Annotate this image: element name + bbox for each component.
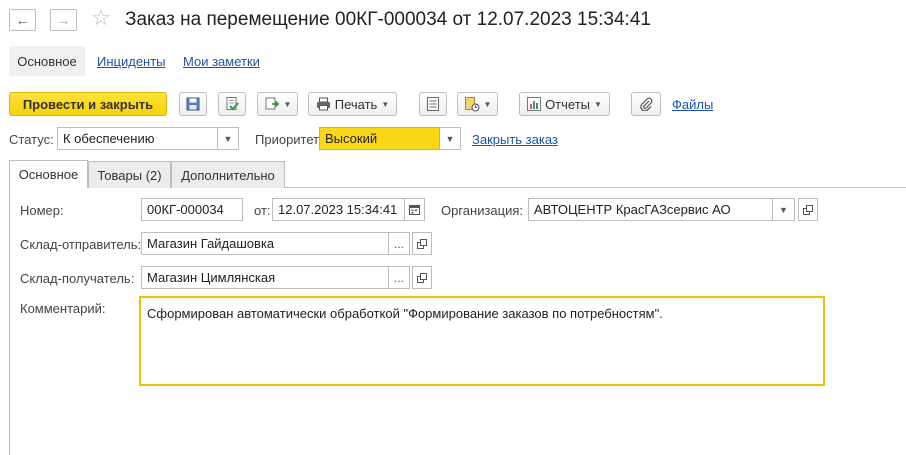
caret-down-icon: ▼ [445,133,455,144]
print-button[interactable]: Печать ▼ [308,92,397,116]
organization-label: Организация: [441,203,524,218]
caret-down-icon: ▼ [594,99,602,109]
related-documents-icon [464,97,480,112]
print-label: Печать [334,96,378,112]
paperclip-icon [640,97,653,111]
receiver-warehouse-input[interactable]: Магазин Цимлянская [141,266,389,289]
caret-down-icon: ▼ [283,99,292,109]
arrow-left-icon: ← [15,12,30,28]
sender-warehouse-label: Склад-отправитель: [20,237,142,252]
floppy-disk-icon [186,97,200,111]
receiver-select-button[interactable]: ... [389,266,410,289]
nav-tab-notes[interactable]: Мои заметки [183,54,260,69]
number-label: Номер: [20,203,64,218]
save-button[interactable] [179,92,207,116]
forward-button[interactable]: → [50,9,77,31]
attach-button[interactable] [631,92,661,116]
calendar-icon [409,205,420,215]
date-label: от: [254,203,271,218]
related-documents-button[interactable]: ▼ [457,92,498,116]
create-based-icon [265,97,279,110]
status-select[interactable]: К обеспечению [57,127,218,150]
favorite-star-icon[interactable]: ☆ [91,6,111,30]
open-form-icon [417,238,427,249]
caret-down-icon: ▼ [483,99,492,109]
receiver-open-button[interactable] [412,266,432,289]
sender-warehouse-input[interactable]: Магазин Гайдашовка [141,232,389,255]
caret-down-icon: ▼ [223,133,233,144]
status-label: Статус: [9,132,54,147]
list-icon [427,97,439,111]
back-button[interactable]: ← [9,9,36,31]
close-order-link[interactable]: Закрыть заказ [472,132,558,147]
tab-main[interactable]: Основное [9,160,88,188]
document-post-icon [226,97,239,111]
reports-icon [527,97,542,111]
organization-input[interactable]: АВТОЦЕНТР КрасГАЗсервис АО [528,198,773,221]
date-input[interactable]: 12.07.2023 15:34:41 [272,198,405,221]
printer-icon [316,97,330,111]
priority-select[interactable]: Высокий [319,127,440,150]
create-based-on-button[interactable]: ▼ [257,92,298,116]
receiver-warehouse-label: Склад-получатель: [20,271,135,286]
priority-label: Приоритет: [255,132,323,147]
caret-down-icon: ▼ [779,204,788,215]
nav-tab-incidents[interactable]: Инциденты [97,54,166,69]
post-button[interactable] [218,92,246,116]
tab-goods[interactable]: Товары (2) [88,161,171,188]
arrow-right-icon: → [56,12,71,28]
calendar-button[interactable] [405,198,425,221]
nav-tab-main[interactable]: Основное [9,46,85,76]
comment-label: Комментарий: [20,301,106,316]
list-button[interactable] [419,92,447,116]
status-dropdown-button[interactable]: ▼ [218,127,239,150]
comment-textarea[interactable]: Сформирован автоматически обработкой "Фо… [139,296,825,386]
caret-down-icon: ▼ [381,99,390,109]
organization-dropdown-button[interactable]: ▼ [773,198,795,221]
open-form-icon [417,272,427,283]
post-and-close-button[interactable]: Провести и закрыть [9,92,167,116]
files-link[interactable]: Файлы [672,97,713,112]
organization-open-button[interactable] [798,198,818,221]
open-form-icon [803,204,813,215]
tab-additional[interactable]: Дополнительно [171,161,285,188]
sender-select-button[interactable]: ... [389,232,410,255]
reports-button[interactable]: Отчеты ▼ [519,92,610,116]
priority-dropdown-button[interactable]: ▼ [440,127,461,150]
sender-open-button[interactable] [412,232,432,255]
page-title: Заказ на перемещение 00КГ-000034 от 12.0… [125,9,651,30]
reports-label: Отчеты [545,96,590,112]
number-input[interactable]: 00КГ-000034 [141,198,243,221]
